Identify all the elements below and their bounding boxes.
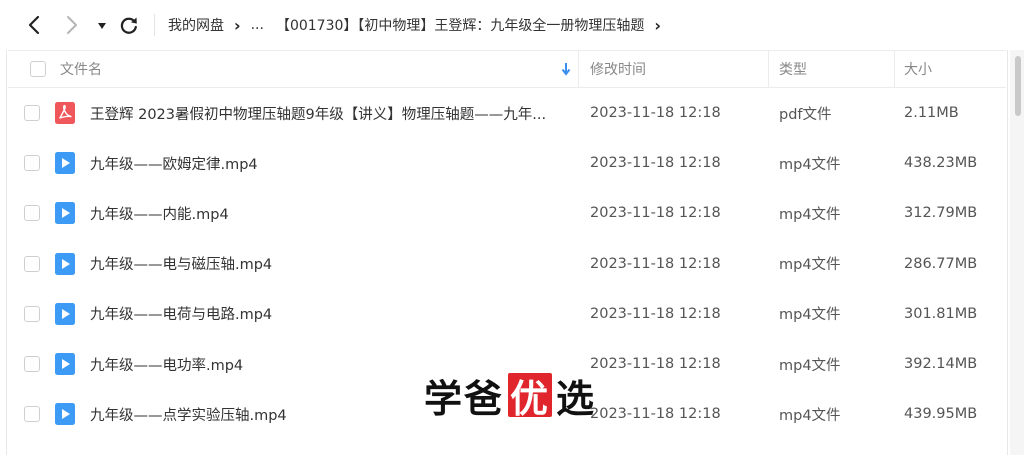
top-nav-bar: 我的网盘 › ... 【001730】【初中物理】王登辉：九年级全一册物理压轴题… xyxy=(0,0,1024,50)
table-row[interactable]: 九年级——欧姆定律.mp4 2023-11-18 12:18 mp4文件 438.23… xyxy=(8,138,1006,188)
table-row[interactable]: 王登辉 2023暑假初中物理压轴题9年级【讲义】物理压轴题——九年... 2023… xyxy=(8,88,1006,138)
file-type: mp4文件 xyxy=(779,407,841,424)
file-size: 392.14MB xyxy=(904,356,978,372)
forward-button[interactable] xyxy=(60,13,84,37)
table-row[interactable]: 九年级——电荷与电路.mp4 2023-11-18 12:18 mp4文件 301.8… xyxy=(8,289,1006,339)
row-checkbox[interactable] xyxy=(24,406,40,423)
file-size: 286.77MB xyxy=(904,255,978,272)
video-icon xyxy=(55,202,75,225)
row-checkbox[interactable] xyxy=(24,205,40,222)
panel-left-border xyxy=(6,50,7,455)
file-type: mp4文件 xyxy=(779,307,841,324)
row-checkbox[interactable] xyxy=(24,255,40,272)
row-checkbox[interactable] xyxy=(24,305,40,322)
table-header: 文件名 修改时间 类型 大小 xyxy=(8,50,1006,88)
sort-arrow-icon[interactable] xyxy=(561,51,571,87)
video-icon xyxy=(55,252,75,275)
column-header-modified[interactable]: 修改时间 xyxy=(590,51,646,87)
watermark-text-1: 学爸 xyxy=(424,376,505,421)
chevron-left-icon xyxy=(28,15,40,35)
panel-right-border xyxy=(1007,50,1008,455)
watermark-logo: 学爸 优 选 xyxy=(424,372,596,421)
video-icon xyxy=(55,152,75,175)
file-modified-time: 2023-11-18 12:18 xyxy=(590,155,721,172)
back-button[interactable] xyxy=(22,13,46,37)
row-checkbox[interactable] xyxy=(24,356,40,372)
vertical-scrollbar[interactable] xyxy=(1010,50,1024,455)
row-checkbox[interactable] xyxy=(24,105,40,121)
breadcrumb-current[interactable]: 【001730】【初中物理】王登辉：九年级全一册物理压轴题 xyxy=(276,15,644,35)
column-header-name[interactable]: 文件名 xyxy=(60,51,102,87)
file-name[interactable]: 九年级——点学实验压轴.mp4 xyxy=(90,389,287,439)
video-icon xyxy=(55,353,75,375)
file-modified-time: 2023-11-18 12:18 xyxy=(590,205,721,222)
caret-down-icon xyxy=(98,23,106,29)
breadcrumb-separator-icon: › xyxy=(654,15,661,35)
file-modified-time: 2023-11-18 12:18 xyxy=(590,406,721,423)
history-dropdown-button[interactable] xyxy=(94,14,110,38)
file-name[interactable]: 九年级——内能.mp4 xyxy=(90,188,229,238)
column-header-type[interactable]: 类型 xyxy=(779,51,807,87)
column-divider[interactable] xyxy=(768,51,769,87)
select-all-checkbox[interactable] xyxy=(30,61,46,77)
file-name[interactable]: 九年级——电与磁压轴.mp4 xyxy=(90,239,272,289)
file-browser: 我的网盘 › ... 【001730】【初中物理】王登辉：九年级全一册物理压轴题… xyxy=(0,0,1024,455)
file-modified-time: 2023-11-18 12:18 xyxy=(590,305,721,322)
watermark-badge: 优 xyxy=(508,373,553,421)
file-size: 438.23MB xyxy=(904,155,978,172)
video-icon xyxy=(55,302,75,325)
file-name[interactable]: 九年级——欧姆定律.mp4 xyxy=(90,138,258,188)
file-modified-time: 2023-11-18 12:18 xyxy=(590,105,721,121)
breadcrumb: 我的网盘 › ... 【001730】【初中物理】王登辉：九年级全一册物理压轴题… xyxy=(168,0,671,50)
nav-divider xyxy=(154,14,155,36)
watermark-text-2: 选 xyxy=(556,376,597,421)
refresh-icon xyxy=(120,17,137,34)
file-name[interactable]: 九年级——电荷与电路.mp4 xyxy=(90,289,272,339)
file-type: mp4文件 xyxy=(779,206,841,223)
file-type: mp4文件 xyxy=(779,357,841,374)
column-divider[interactable] xyxy=(894,51,895,87)
pdf-icon xyxy=(55,102,75,124)
column-header-size[interactable]: 大小 xyxy=(904,51,932,87)
row-checkbox[interactable] xyxy=(24,155,40,172)
refresh-button[interactable] xyxy=(117,13,141,37)
breadcrumb-root[interactable]: 我的网盘 xyxy=(168,15,224,35)
file-modified-time: 2023-11-18 12:18 xyxy=(590,255,721,272)
video-icon xyxy=(55,403,75,426)
breadcrumb-ellipsis[interactable]: ... xyxy=(251,17,264,33)
chevron-right-icon xyxy=(67,16,77,34)
select-all-cell xyxy=(30,51,46,87)
file-name[interactable]: 九年级——电功率.mp4 xyxy=(90,339,243,389)
breadcrumb-separator-icon: › xyxy=(234,15,241,35)
table-row[interactable]: 九年级——电与磁压轴.mp4 2023-11-18 12:18 mp4文件 286.7… xyxy=(8,239,1006,289)
scrollbar-thumb[interactable] xyxy=(1015,56,1021,116)
table-row[interactable]: 九年级——内能.mp4 2023-11-18 12:18 mp4文件 312.79MB xyxy=(8,188,1006,238)
file-modified-time: 2023-11-18 12:18 xyxy=(590,356,721,372)
file-size: 301.81MB xyxy=(904,305,978,322)
file-size: 439.95MB xyxy=(904,406,978,423)
file-type: mp4文件 xyxy=(779,156,841,173)
file-size: 2.11MB xyxy=(904,105,959,121)
file-type: pdf文件 xyxy=(779,106,832,123)
file-type: mp4文件 xyxy=(779,257,841,274)
file-size: 312.79MB xyxy=(904,205,978,222)
column-divider[interactable] xyxy=(578,51,579,87)
file-name[interactable]: 王登辉 2023暑假初中物理压轴题9年级【讲义】物理压轴题——九年... xyxy=(90,88,546,138)
